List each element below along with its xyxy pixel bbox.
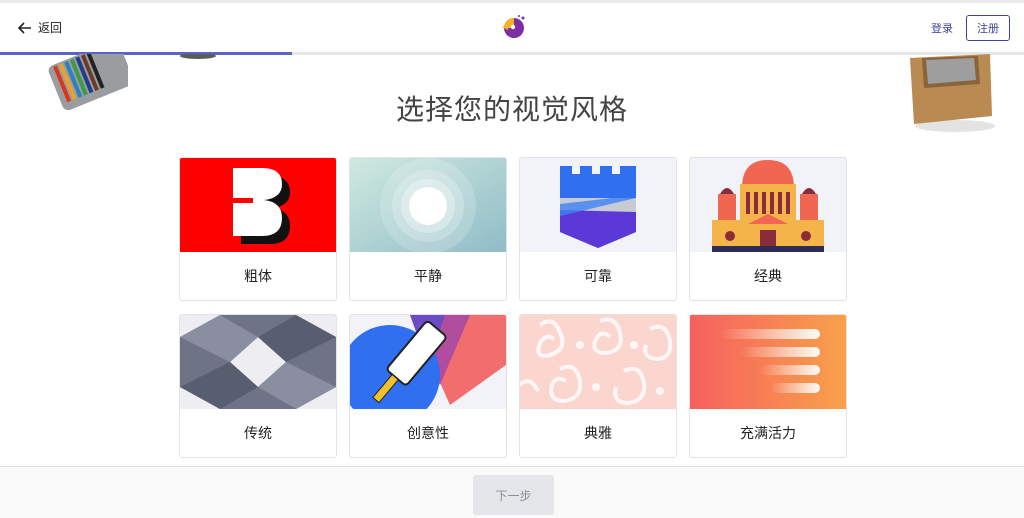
style-card-reliable[interactable]: 可靠 (519, 157, 677, 301)
brand-logo-icon[interactable] (499, 13, 527, 41)
damask-pattern-icon (520, 315, 676, 409)
style-card-calm[interactable]: 平静 (349, 157, 507, 301)
bold-b-icon (180, 158, 336, 252)
next-button[interactable]: 下一步 (473, 475, 554, 515)
castle-shield-icon (520, 158, 676, 252)
classic-palace-icon (690, 158, 846, 252)
paint-roller-icon (350, 315, 506, 409)
style-card-label: 可靠 (584, 269, 612, 285)
signup-button[interactable]: 注册 (966, 15, 1010, 41)
style-card-label: 粗体 (244, 269, 272, 285)
arrow-left-icon (18, 21, 31, 34)
back-label: 返回 (38, 21, 63, 35)
login-link[interactable]: 登录 (931, 20, 953, 36)
style-card-label: 经典 (754, 269, 782, 285)
style-card-elegant[interactable]: 典雅 (519, 314, 677, 458)
progress-bar (0, 52, 1024, 55)
style-card-energetic[interactable]: 充满活力 (689, 314, 847, 458)
style-card-label: 创意性 (407, 426, 449, 442)
style-card-label: 典雅 (584, 426, 612, 442)
style-card-label: 传统 (244, 426, 272, 442)
page-title: 选择您的视觉风格 (395, 93, 628, 126)
style-card-bold[interactable]: 粗体 (179, 157, 337, 301)
style-card-creative[interactable]: 创意性 (349, 314, 507, 458)
style-card-classic[interactable]: 经典 (689, 157, 847, 301)
style-card-label: 充满活力 (740, 426, 796, 442)
traditional-pattern-icon (180, 315, 336, 409)
energetic-stripes-icon (690, 315, 846, 409)
style-card-traditional[interactable]: 传统 (179, 314, 337, 458)
style-card-label: 平静 (414, 269, 442, 285)
back-button[interactable]: 返回 (18, 19, 62, 36)
calm-circles-icon (350, 158, 506, 252)
pen-shadow-image (180, 54, 216, 59)
